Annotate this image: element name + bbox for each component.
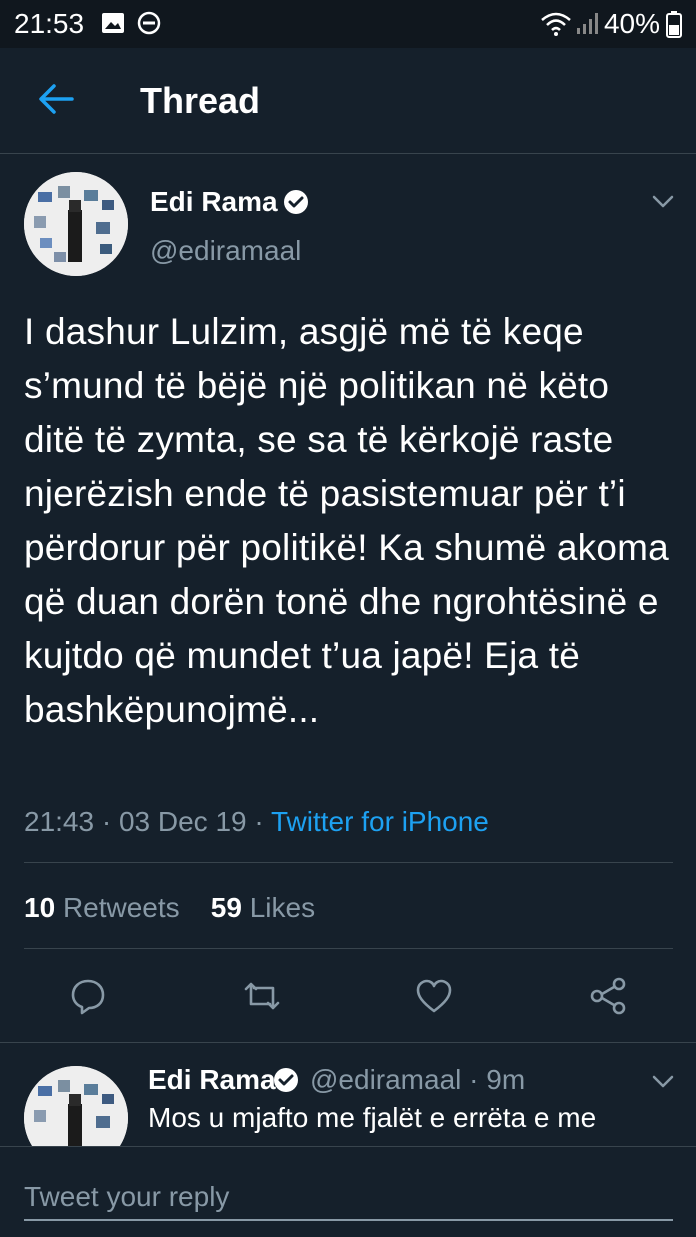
page-title: Thread [140,80,261,121]
divider [24,862,673,863]
reply-handle: @ediramaal [310,1064,462,1095]
tweet-source-link[interactable]: Twitter for iPhone [271,806,489,837]
share-icon[interactable] [588,976,628,1016]
retweets-label[interactable]: Retweets [63,892,180,923]
verified-badge-icon [284,190,308,214]
likes-label[interactable]: Likes [250,892,315,923]
tweet-meta: 21:43 · 03 Dec 19 · Twitter for iPhone [24,806,489,837]
do-not-disturb-icon [137,11,161,35]
chevron-down-icon[interactable] [650,188,676,214]
retweet-count[interactable]: 10 [24,892,55,923]
status-time: 21:53 [14,8,85,39]
reply-icon[interactable] [68,976,108,1016]
status-bar: 21:53 40% [0,0,696,48]
author-name[interactable]: Edi Rama [150,186,278,218]
wifi-icon [541,12,571,36]
battery-icon [666,11,682,38]
thread-separator [0,1042,696,1043]
gallery-notification-icon [102,13,124,33]
retweet-icon[interactable] [242,976,282,1016]
signal-icon [577,13,598,34]
battery-percentage: 40% [603,8,660,39]
chevron-down-icon[interactable] [650,1068,676,1094]
tweet-time: 21:43 [24,806,95,837]
avatar-image [24,172,128,276]
author-handle[interactable]: @ediramaal [150,235,301,267]
reply-text: Mos u mjafto me fjalët e errëta e me [148,1102,597,1133]
reply-composer [0,1146,696,1237]
verified-badge-icon [274,1068,298,1092]
reply-time: 9m [486,1064,526,1095]
like-heart-icon[interactable] [414,976,454,1016]
tweet-stats: 10 Retweets 59 Likes [24,892,315,924]
divider [24,948,673,949]
tweet-date: 03 Dec 19 [118,806,247,837]
reply-handle-time[interactable]: @ediramaal · 9m [310,1064,525,1096]
back-arrow-icon[interactable] [34,78,76,120]
thread-header: Thread [0,48,696,154]
avatar[interactable] [24,172,128,276]
reply-author-name[interactable]: Edi Rama [148,1064,276,1096]
tweet-text: I dashur Lulzim, asgjë më të keqe s’mund… [24,311,669,730]
reply-input[interactable] [24,1175,673,1221]
like-count[interactable]: 59 [211,892,242,923]
